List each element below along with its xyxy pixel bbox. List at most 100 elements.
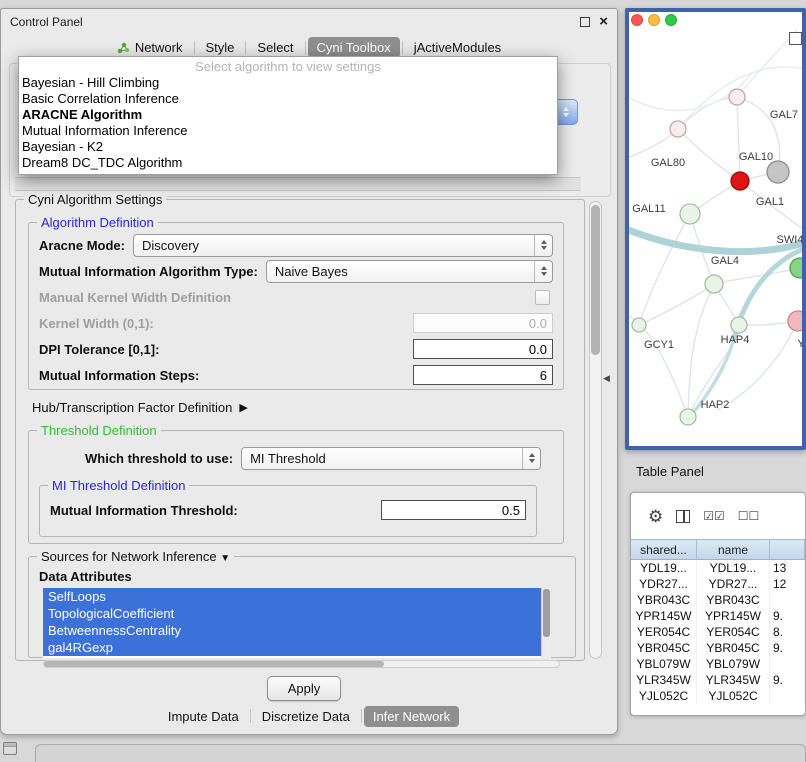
table-cell: YPR145W [631, 608, 697, 624]
table-row[interactable]: YDL19...YDL19...13 [631, 560, 805, 576]
algorithm-option[interactable]: Basic Correlation Inference [19, 91, 557, 107]
table-row[interactable]: YJL052CYJL052C [631, 688, 805, 704]
table-cell: 9. [770, 672, 805, 688]
combo-arrows-icon [534, 235, 552, 256]
tab-impute-data[interactable]: Impute Data [159, 706, 248, 727]
column-header[interactable]: name [697, 540, 770, 559]
network-node[interactable] [731, 172, 749, 190]
tab-label: Cyni Toolbox [317, 40, 391, 55]
scrollbar-thumb[interactable] [591, 205, 600, 355]
column-header[interactable] [770, 540, 805, 559]
scrollbar-thumb[interactable] [543, 589, 550, 637]
table-row[interactable]: YBL079WYBL079W [631, 656, 805, 672]
deselect-columns-icon[interactable]: ☐☐ [738, 509, 760, 523]
algorithm-option[interactable]: ARACNE Algorithm [19, 107, 557, 123]
gear-icon[interactable]: ⚙ [648, 508, 663, 525]
network-node[interactable] [767, 161, 789, 183]
dpi-tolerance-input[interactable] [413, 339, 553, 359]
algorithm-option[interactable]: Bayesian - K2 [19, 139, 557, 155]
table-row[interactable]: YDR27...YDR27...12 [631, 576, 805, 592]
table-cell: YBL079W [697, 656, 770, 672]
splitter-collapse-arrow[interactable]: ◀ [603, 373, 610, 384]
attributes-scrollbar[interactable] [541, 588, 551, 658]
column-header[interactable]: shared... [631, 540, 697, 559]
tab-label: Discretize Data [262, 709, 350, 724]
network-canvas[interactable]: GAL10GAL80GAL11GAL1SWI4GAL4YGCY1HAP4HAP2… [629, 12, 802, 446]
tab-style[interactable]: Style [197, 37, 244, 58]
network-node[interactable] [680, 204, 700, 224]
algorithm-option[interactable]: Mutual Information Inference [19, 123, 557, 139]
network-node[interactable] [731, 317, 747, 333]
collapsed-window-icon[interactable] [3, 742, 17, 755]
network-node[interactable] [670, 121, 686, 137]
network-edge [737, 30, 797, 97]
zoom-button[interactable] [665, 14, 677, 26]
tab-cyni-toolbox[interactable]: Cyni Toolbox [308, 37, 400, 58]
cyni-settings-group: Cyni Algorithm Settings Algorithm Defini… [15, 199, 585, 661]
mi-threshold-input[interactable] [381, 500, 526, 520]
tab-label: Select [257, 40, 293, 55]
tab-network[interactable]: Network [108, 37, 192, 58]
table-row[interactable]: YBR045CYBR045C9. [631, 640, 805, 656]
sources-group-title[interactable]: Sources for Network Inference ▼ [37, 549, 234, 564]
combo-arrows-icon [522, 448, 540, 469]
attribute-item[interactable]: BetweennessCentrality [43, 622, 551, 639]
kernel-width-label: Kernel Width (0,1): [39, 316, 405, 331]
network-edge [714, 268, 800, 284]
attribute-item[interactable]: SelfLoops [43, 588, 551, 605]
mi-steps-input[interactable] [413, 365, 553, 385]
attribute-item[interactable]: TopologicalCoefficient [43, 605, 551, 622]
close-panel-icon[interactable]: × [599, 14, 608, 29]
table-cell: YER054C [697, 624, 770, 640]
table-row[interactable]: YBR043CYBR043C [631, 592, 805, 608]
table-row[interactable]: YER054CYER054C8. [631, 624, 805, 640]
algorithm-option[interactable]: Dream8 DC_TDC Algorithm [19, 155, 557, 171]
network-node[interactable] [729, 89, 745, 105]
table-row[interactable]: YPR145WYPR145W9. [631, 608, 805, 624]
kernel-width-input[interactable] [413, 313, 553, 333]
aracne-mode-label: Aracne Mode: [39, 238, 125, 253]
bottom-panel-edge [35, 744, 806, 762]
scrollbar-thumb[interactable] [44, 661, 384, 667]
tab-jactivemodules[interactable]: jActiveModules [405, 37, 510, 58]
select-columns-icon[interactable]: ☑☑ [703, 509, 725, 523]
attribute-item[interactable]: gal4RGexp [43, 639, 551, 656]
table-cell: 13 [770, 560, 805, 576]
table-header-row: shared...name [631, 539, 805, 560]
minimize-button[interactable] [648, 14, 660, 26]
aracne-mode-combo[interactable]: Discovery [133, 234, 553, 257]
table-row[interactable]: YLR345WYLR345W9. [631, 672, 805, 688]
dpi-tolerance-row: DPI Tolerance [0,1]: [29, 336, 563, 362]
apply-button[interactable]: Apply [267, 676, 341, 701]
column-layout-icon[interactable] [676, 510, 690, 523]
network-node[interactable] [788, 311, 802, 331]
tab-discretize-data[interactable]: Discretize Data [253, 706, 359, 727]
network-edge [688, 284, 714, 417]
table-cell: YBR045C [697, 640, 770, 656]
close-button[interactable] [631, 14, 643, 26]
mi-type-combo[interactable]: Naive Bayes [266, 260, 553, 283]
hub-definition-section[interactable]: Hub/Transcription Factor Definition ▶ [32, 400, 248, 415]
network-node[interactable] [705, 275, 723, 293]
which-threshold-row: Which threshold to use: MI Threshold [29, 445, 563, 471]
float-window-icon[interactable] [580, 17, 590, 27]
table-cell: YJL052C [631, 688, 697, 704]
tab-infer-network[interactable]: Infer Network [364, 706, 459, 727]
manual-kernel-checkbox[interactable] [535, 290, 550, 305]
network-node[interactable] [790, 258, 802, 278]
popup-header: Select algorithm to view settings [19, 58, 557, 75]
algorithm-option[interactable]: Bayesian - Hill Climbing [19, 75, 557, 91]
table-cell: YPR145W [697, 608, 770, 624]
control-panel-titlebar: Control Panel × [1, 9, 617, 34]
mi-threshold-row: Mutual Information Threshold: [40, 497, 536, 523]
threshold-definition-title: Threshold Definition [37, 423, 161, 438]
network-edge [629, 129, 678, 160]
network-node[interactable] [680, 409, 696, 425]
which-threshold-combo[interactable]: MI Threshold [241, 447, 541, 470]
tab-select[interactable]: Select [248, 37, 302, 58]
tab-separator [361, 709, 362, 723]
tab-label: Infer Network [373, 709, 450, 724]
network-node[interactable] [632, 318, 646, 332]
settings-scrollbar[interactable] [589, 201, 602, 659]
attributes-h-scrollbar[interactable] [43, 660, 560, 668]
